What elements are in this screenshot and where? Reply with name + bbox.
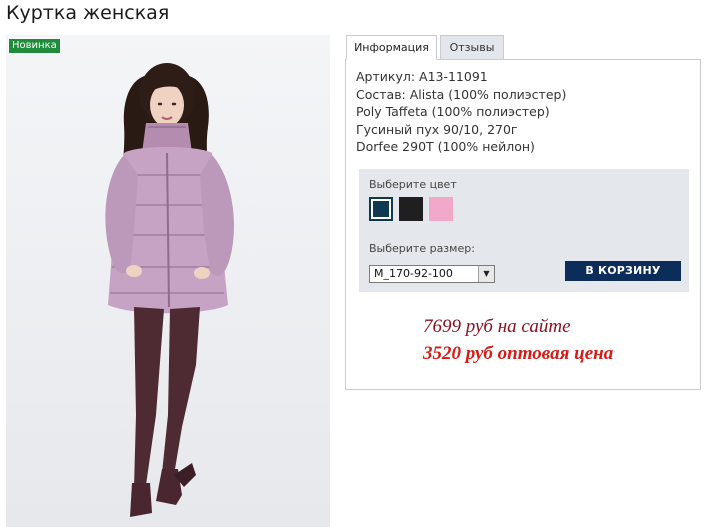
price-site: 7699 руб на сайте xyxy=(423,316,571,337)
options-box: Выберите цвет Выберите размер: M_170-92-… xyxy=(359,169,689,292)
spec-filling: Гусиный пух 90/10, 270г xyxy=(356,121,518,137)
chevron-down-icon[interactable]: ▼ xyxy=(478,266,494,282)
model-photo-icon xyxy=(105,63,234,517)
spec-article: Артикул: A13-11091 xyxy=(356,69,488,84)
color-swatch-navy[interactable] xyxy=(369,197,393,221)
size-select-value: M_170-92-100 xyxy=(374,267,453,280)
tab-information[interactable]: Информация xyxy=(346,35,437,60)
size-select[interactable]: M_170-92-100 ▼ xyxy=(369,265,495,283)
tab-reviews[interactable]: Отзывы xyxy=(440,35,504,60)
product-photo[interactable] xyxy=(6,35,330,527)
price-wholesale: 3520 руб оптовая цена xyxy=(423,343,614,364)
new-badge: Новинка xyxy=(8,38,61,54)
spec-fabric: Dorfee 290T (100% нейлон) xyxy=(356,139,535,154)
color-label: Выберите цвет xyxy=(369,178,457,191)
page-title: Куртка женская xyxy=(6,2,170,24)
spec-composition: Состав: Alista (100% полиэстер) xyxy=(356,86,567,102)
spec-list: Артикул: A13-11091 Состав: Alista (100% … xyxy=(356,68,566,156)
spec-lining: Poly Taffeta (100% полиэстер) xyxy=(356,104,550,119)
size-label: Выберите размер: xyxy=(369,242,475,255)
color-swatch-pink[interactable] xyxy=(429,197,453,221)
info-panel: Артикул: A13-11091 Состав: Alista (100% … xyxy=(345,59,701,390)
color-swatch-black[interactable] xyxy=(399,197,423,221)
add-to-cart-button[interactable]: В КОРЗИНУ xyxy=(565,261,681,281)
